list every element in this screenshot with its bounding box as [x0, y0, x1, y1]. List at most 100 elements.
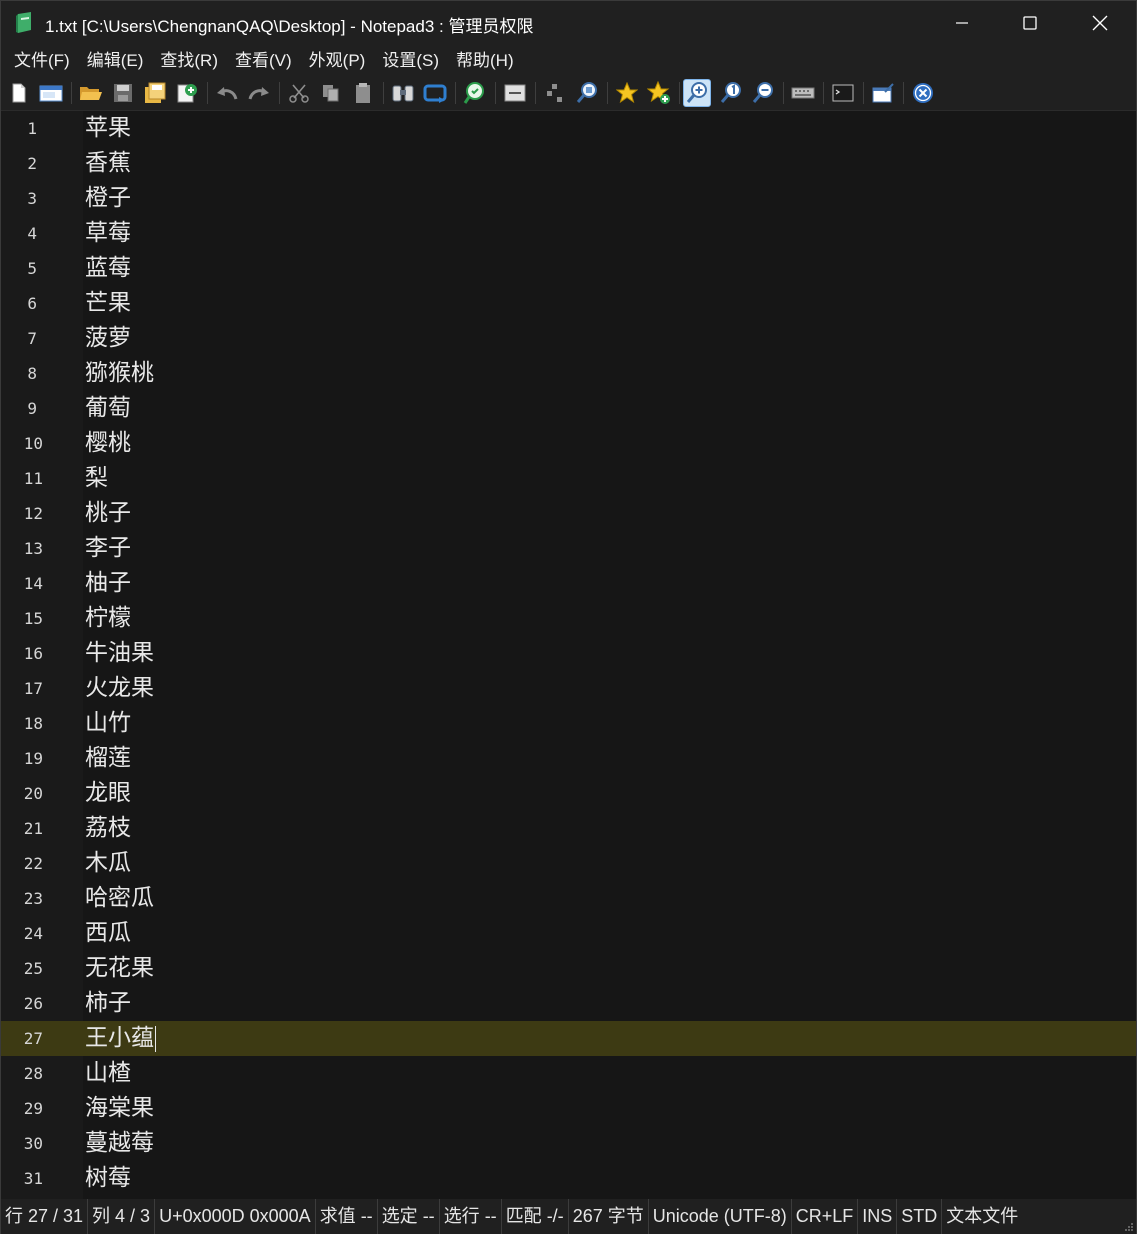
- save-button[interactable]: [109, 79, 137, 107]
- text-editor[interactable]: 1 苹果 2 香蕉 3 橙子 4 草莓 5 蓝莓 6 芒果 7 菠萝 8 猕猴桃 9 葡萄 10 樱桃 11 梨 12 桃子 1…: [1, 111, 1136, 1199]
- editor-line[interactable]: 18 山竹: [1, 706, 1136, 741]
- editor-line[interactable]: 12 桃子: [1, 496, 1136, 531]
- title-bar[interactable]: 1.txt [C:\Users\ChengnanQAQ\Desktop] - N…: [1, 1, 1136, 45]
- status-std[interactable]: STD: [897, 1199, 943, 1234]
- line-text[interactable]: 龙眼: [85, 776, 131, 811]
- line-text[interactable]: 树莓: [85, 1161, 131, 1196]
- editor-line[interactable]: 7 菠萝: [1, 321, 1136, 356]
- line-text[interactable]: 香蕉: [85, 146, 131, 181]
- editor-line[interactable]: 10 樱桃: [1, 426, 1136, 461]
- line-text[interactable]: 木瓜: [85, 846, 131, 881]
- line-text[interactable]: 草莓: [85, 216, 131, 251]
- editor-line[interactable]: 31 树莓: [1, 1161, 1136, 1196]
- status-eol[interactable]: CR+LF: [792, 1199, 859, 1234]
- editor-line[interactable]: 4 草莓: [1, 216, 1136, 251]
- status-line[interactable]: 行 27 / 31: [1, 1199, 89, 1234]
- status-selected-lines[interactable]: 选行 --: [440, 1199, 502, 1234]
- line-text[interactable]: 橙子: [85, 181, 131, 216]
- status-selection[interactable]: 选定 --: [378, 1199, 440, 1234]
- line-text[interactable]: 哈密瓜: [85, 881, 154, 916]
- close-button[interactable]: [1065, 1, 1135, 45]
- line-text[interactable]: 芒果: [85, 286, 131, 321]
- scheme-button[interactable]: [789, 79, 817, 107]
- zoom-page-button[interactable]: [573, 79, 601, 107]
- editor-line[interactable]: 19 榴莲: [1, 741, 1136, 776]
- goto-line-button[interactable]: [501, 79, 529, 107]
- editor-line[interactable]: 15 柠檬: [1, 601, 1136, 636]
- line-text[interactable]: 柚子: [85, 566, 131, 601]
- status-filetype[interactable]: 文本文件: [942, 1199, 1022, 1234]
- editor-line[interactable]: 9 葡萄: [1, 391, 1136, 426]
- line-text[interactable]: 梨: [85, 461, 108, 496]
- column-mode-button[interactable]: [541, 79, 569, 107]
- cut-button[interactable]: [285, 79, 313, 107]
- editor-line[interactable]: 26 柿子: [1, 986, 1136, 1021]
- line-text[interactable]: 西瓜: [85, 916, 131, 951]
- editor-line[interactable]: 25 无花果: [1, 951, 1136, 986]
- menu-view[interactable]: 查看(V): [227, 45, 301, 76]
- line-text[interactable]: 樱桃: [85, 426, 131, 461]
- menu-appearance[interactable]: 外观(P): [301, 45, 375, 76]
- editor-line[interactable]: 11 梨: [1, 461, 1136, 496]
- new-window-button[interactable]: [37, 79, 65, 107]
- add-favorite-button[interactable]: [645, 79, 673, 107]
- line-text[interactable]: 无花果: [85, 951, 154, 986]
- replace-button[interactable]: [421, 79, 449, 107]
- editor-line[interactable]: 14 柚子: [1, 566, 1136, 601]
- menu-file[interactable]: 文件(F): [1, 45, 79, 76]
- editor-line[interactable]: 21 荔枝: [1, 811, 1136, 846]
- menu-edit[interactable]: 编辑(E): [79, 45, 153, 76]
- paste-button[interactable]: [349, 79, 377, 107]
- editor-line[interactable]: 1 苹果: [1, 111, 1136, 146]
- editor-line[interactable]: 6 芒果: [1, 286, 1136, 321]
- status-column[interactable]: 列 4 / 3: [88, 1199, 156, 1234]
- resize-grip-icon[interactable]: [1124, 1222, 1134, 1232]
- line-text[interactable]: 桃子: [85, 496, 131, 531]
- line-text[interactable]: 山竹: [85, 706, 131, 741]
- exit-button[interactable]: [909, 79, 937, 107]
- menu-help[interactable]: 帮助(H): [448, 45, 523, 76]
- line-text[interactable]: 猕猴桃: [85, 356, 154, 391]
- editor-line[interactable]: 16 牛油果: [1, 636, 1136, 671]
- editor-line[interactable]: 30 蔓越莓: [1, 1126, 1136, 1161]
- line-text[interactable]: 苹果: [85, 111, 131, 146]
- line-text[interactable]: 王小蕴: [85, 1021, 156, 1056]
- save-as-button[interactable]: [141, 79, 169, 107]
- editor-line[interactable]: 27 王小蕴: [1, 1021, 1136, 1056]
- zoom-out-button[interactable]: [749, 79, 777, 107]
- line-text[interactable]: 柿子: [85, 986, 131, 1021]
- zoom-in-button[interactable]: [683, 79, 711, 107]
- editor-line[interactable]: 22 木瓜: [1, 846, 1136, 881]
- editor-line[interactable]: 13 李子: [1, 531, 1136, 566]
- line-text[interactable]: 李子: [85, 531, 131, 566]
- editor-line[interactable]: 5 蓝莓: [1, 251, 1136, 286]
- status-unicode[interactable]: U+0x000D 0x000A: [155, 1199, 316, 1234]
- terminal-button[interactable]: [829, 79, 857, 107]
- status-eval[interactable]: 求值 --: [316, 1199, 378, 1234]
- maximize-button[interactable]: [995, 1, 1065, 45]
- editor-line[interactable]: 17 火龙果: [1, 671, 1136, 706]
- editor-line[interactable]: 2 香蕉: [1, 146, 1136, 181]
- status-bytes[interactable]: 267 字节: [569, 1199, 649, 1234]
- line-text[interactable]: 牛油果: [85, 636, 154, 671]
- redo-button[interactable]: [245, 79, 273, 107]
- save-copy-button[interactable]: [173, 79, 201, 107]
- status-encoding[interactable]: Unicode (UTF-8): [649, 1199, 792, 1234]
- line-text[interactable]: 柠檬: [85, 601, 131, 636]
- line-text[interactable]: 蓝莓: [85, 251, 131, 286]
- status-ins[interactable]: INS: [858, 1199, 898, 1234]
- pin-button[interactable]: [869, 79, 897, 107]
- menu-find[interactable]: 查找(R): [152, 45, 227, 76]
- copy-button[interactable]: [317, 79, 345, 107]
- line-text[interactable]: 菠萝: [85, 321, 131, 356]
- new-file-button[interactable]: [5, 79, 33, 107]
- editor-line[interactable]: 23 哈密瓜: [1, 881, 1136, 916]
- editor-line[interactable]: 28 山楂: [1, 1056, 1136, 1091]
- find-in-files-button[interactable]: [461, 79, 489, 107]
- menu-settings[interactable]: 设置(S): [374, 45, 448, 76]
- favorites-button[interactable]: [613, 79, 641, 107]
- open-button[interactable]: [77, 79, 105, 107]
- line-text[interactable]: 山楂: [85, 1056, 131, 1091]
- line-text[interactable]: 海棠果: [85, 1091, 154, 1126]
- find-button[interactable]: [389, 79, 417, 107]
